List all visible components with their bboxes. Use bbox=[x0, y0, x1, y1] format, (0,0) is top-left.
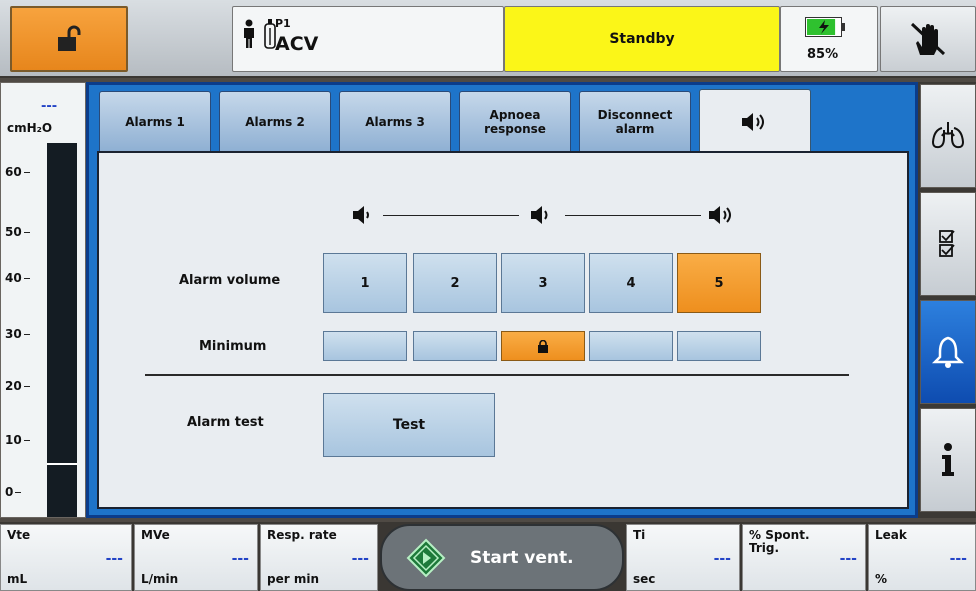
person-icon bbox=[244, 19, 254, 48]
measurement-value: --- bbox=[231, 551, 249, 567]
side-navigation bbox=[918, 82, 976, 518]
bell-icon bbox=[931, 336, 965, 368]
volume-level-1-button[interactable]: 1 bbox=[323, 253, 407, 313]
measurement-label: Leak bbox=[875, 528, 907, 542]
pressure-tick: 10 bbox=[5, 433, 30, 447]
pressure-unit: cmH₂O bbox=[7, 121, 53, 135]
speaker-high-icon bbox=[709, 206, 731, 224]
minimum-level-1-button[interactable] bbox=[323, 331, 407, 361]
unlock-icon bbox=[58, 25, 81, 51]
patient-mode-panel[interactable]: P1 ACV bbox=[232, 6, 504, 72]
pressure-gauge: --- cmH₂O 60 50 40 30 20 10 0 bbox=[0, 82, 86, 518]
measurement-label: Resp. rate bbox=[267, 528, 337, 542]
lungs-nav-button[interactable] bbox=[920, 84, 976, 188]
measurement-vte: Vte --- mL bbox=[0, 524, 132, 591]
measurement-leak: Leak --- % bbox=[868, 524, 976, 591]
tab-alarm-volume[interactable] bbox=[699, 89, 811, 153]
pressure-tick: 50 bbox=[5, 225, 30, 239]
pressure-tick: 20 bbox=[5, 379, 30, 393]
pressure-tick: 30 bbox=[5, 327, 30, 341]
volume-level-5-button[interactable]: 5 bbox=[677, 253, 761, 313]
alarm-test-button[interactable]: Test bbox=[323, 393, 495, 457]
measurement-label: Ti bbox=[633, 528, 646, 542]
measurement-value: --- bbox=[949, 551, 967, 567]
info-icon bbox=[942, 443, 954, 476]
measurement-resp-rate: Resp. rate --- per min bbox=[260, 524, 378, 591]
info-nav-button[interactable] bbox=[920, 408, 976, 512]
measurement-label: MVe bbox=[141, 528, 170, 542]
measurement-unit: L/min bbox=[141, 572, 179, 586]
volume-scale-line bbox=[565, 215, 701, 216]
patient-id: P1 bbox=[275, 17, 291, 30]
pressure-marker bbox=[47, 463, 77, 465]
measurement-unit: % bbox=[875, 572, 888, 586]
measurement-unit: mL bbox=[7, 572, 28, 586]
checklist-nav-button[interactable] bbox=[920, 192, 976, 296]
manual-hold-button[interactable] bbox=[880, 6, 976, 72]
pressure-value: --- bbox=[41, 99, 58, 114]
tab-alarms-2[interactable]: Alarms 2 bbox=[219, 91, 331, 151]
measurement-unit: sec bbox=[633, 572, 656, 586]
speaker-medium-icon bbox=[531, 206, 548, 224]
divider bbox=[145, 374, 849, 376]
battery-indicator: 85% bbox=[780, 6, 878, 72]
alarm-volume-content: Alarm volume 1 2 3 4 5 Minimum Alarm tes… bbox=[97, 151, 909, 509]
volume-level-3-button[interactable]: 3 bbox=[501, 253, 585, 313]
hand-stop-icon bbox=[910, 22, 946, 56]
volume-scale-line bbox=[383, 215, 519, 216]
measurement-spont-trig: % Spont. Trig. --- bbox=[742, 524, 866, 591]
alarm-test-label: Alarm test bbox=[187, 415, 264, 430]
lock-icon bbox=[538, 339, 548, 353]
minimum-level-4-button[interactable] bbox=[589, 331, 673, 361]
start-ventilation-label: Start vent. bbox=[470, 547, 574, 568]
start-diamond-icon bbox=[406, 538, 446, 577]
pressure-tick: 40 bbox=[5, 271, 30, 285]
volume-level-4-button[interactable]: 4 bbox=[589, 253, 673, 313]
volume-level-2-button[interactable]: 2 bbox=[413, 253, 497, 313]
measurement-value: --- bbox=[839, 551, 857, 567]
measurement-value: --- bbox=[351, 551, 369, 567]
measurements-bar: Vte --- mL MVe --- L/min Resp. rate --- … bbox=[0, 522, 976, 591]
alarms-nav-button[interactable] bbox=[920, 300, 976, 404]
speaker-low-icon bbox=[353, 206, 369, 224]
unlock-button[interactable] bbox=[10, 6, 128, 72]
measurement-mve: MVe --- L/min bbox=[134, 524, 258, 591]
measurement-ti: Ti --- sec bbox=[626, 524, 740, 591]
tab-apnoea-response[interactable]: Apnoea response bbox=[459, 91, 571, 151]
pressure-tick: 60 bbox=[5, 165, 30, 179]
measurement-value: --- bbox=[105, 551, 123, 567]
tab-alarms-1[interactable]: Alarms 1 bbox=[99, 91, 211, 151]
tab-alarms-3[interactable]: Alarms 3 bbox=[339, 91, 451, 151]
lungs-icon bbox=[931, 122, 965, 149]
ventilation-mode: ACV bbox=[275, 33, 319, 55]
measurement-label: % Spont. Trig. bbox=[749, 528, 810, 555]
minimum-label: Minimum bbox=[199, 339, 267, 354]
battery-charging-icon bbox=[805, 17, 845, 37]
tab-disconnect-alarm[interactable]: Disconnect alarm bbox=[579, 91, 691, 151]
top-bar: P1 ACV Standby 85% bbox=[0, 0, 976, 78]
checklist-icon bbox=[939, 230, 955, 257]
alarm-volume-label: Alarm volume bbox=[179, 273, 281, 288]
minimum-level-3-button[interactable] bbox=[501, 331, 585, 361]
battery-percent: 85% bbox=[807, 47, 839, 62]
alarm-settings-panel: Alarms 1 Alarms 2 Alarms 3 Apnoea respon… bbox=[86, 82, 918, 518]
minimum-level-2-button[interactable] bbox=[413, 331, 497, 361]
measurement-label: Vte bbox=[7, 528, 31, 542]
measurement-unit: per min bbox=[267, 572, 319, 586]
pressure-tick: 0 bbox=[5, 485, 22, 499]
status-banner: Standby bbox=[504, 6, 780, 72]
start-ventilation-button[interactable]: Start vent. bbox=[380, 524, 624, 591]
measurement-value: --- bbox=[713, 551, 731, 567]
pressure-bar bbox=[47, 143, 77, 517]
minimum-level-5-button[interactable] bbox=[677, 331, 761, 361]
speaker-icon bbox=[742, 112, 764, 131]
